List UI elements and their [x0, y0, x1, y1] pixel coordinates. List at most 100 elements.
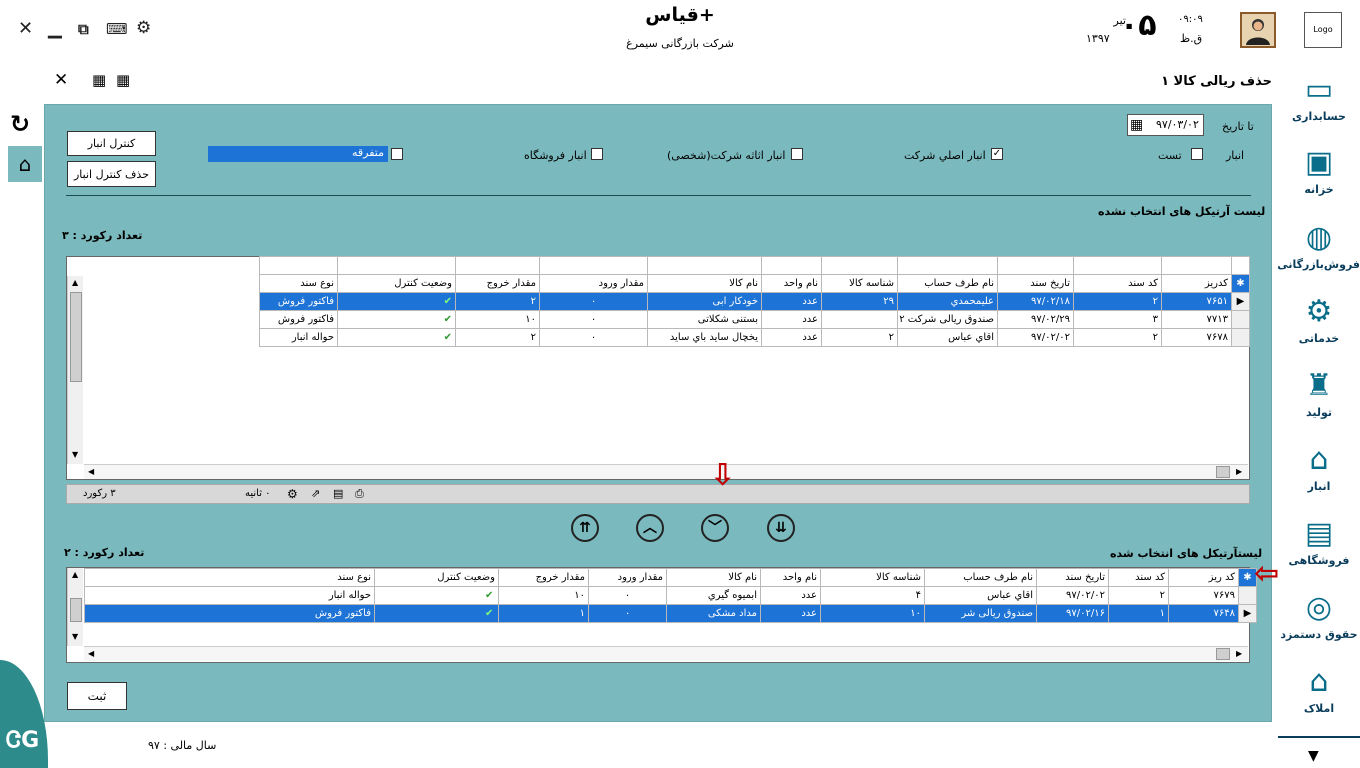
unselected-vscroll[interactable]: ▲ ▼ — [67, 276, 83, 464]
scroll-down-icon[interactable]: ▼ — [72, 450, 78, 459]
move-down-icon[interactable]: ﹀ — [701, 514, 729, 542]
column-header[interactable]: تاریخ سند — [997, 274, 1074, 293]
scroll-left-icon[interactable]: ◀ — [88, 467, 94, 476]
column-header[interactable]: مقدار خروج — [455, 274, 540, 293]
column-header[interactable]: مقدار ورود — [539, 274, 648, 293]
column-header[interactable]: مقدار ورود — [588, 568, 667, 587]
sidebar-item-5[interactable]: ⌂ انبار — [1278, 438, 1360, 510]
table-row[interactable]: حواله انبار ✔ ۲ ۰ يخچال ساید باي ساید عدد ۲ اقا… — [259, 328, 1250, 347]
scroll-thumb[interactable] — [70, 598, 82, 622]
table-row[interactable]: حواله انبار ✔ ۱۰ ۰ ابمیوه گيري عدد ۴ اقاي عباس ۹… — [84, 586, 1257, 605]
close-form-icon[interactable]: ✕ — [54, 70, 68, 90]
scroll-up-icon[interactable]: ▲ — [72, 278, 78, 287]
option-furniture-label: انبار اثاثه شرکت(شخصی) — [667, 149, 786, 162]
checkbox-misc[interactable] — [391, 148, 403, 160]
calendar-icon[interactable]: ▦ — [116, 71, 130, 89]
sidebar-item-1[interactable]: ▣ خزانه — [1278, 141, 1360, 213]
scroll-left-icon[interactable]: ◀ — [88, 649, 94, 658]
unselected-count: تعداد رکورد : ۳ — [62, 229, 143, 242]
to-date-input[interactable]: ▦ ۹۷/۰۳/۰۲ — [1127, 114, 1204, 136]
remove-control-button[interactable]: حذف کنترل انبار — [67, 161, 156, 187]
avatar[interactable] — [1240, 12, 1276, 48]
divider — [66, 195, 1251, 196]
column-header[interactable]: وضعیت کنترل — [337, 274, 456, 293]
scroll-down-icon[interactable]: ▼ — [72, 632, 78, 641]
hscroll-thumb[interactable] — [1216, 466, 1230, 478]
hscroll-thumb[interactable] — [1216, 648, 1230, 660]
sidebar-item-6[interactable]: ▤ فروشگاهی — [1278, 512, 1360, 584]
column-header[interactable]: کدریز — [1161, 274, 1232, 293]
column-header[interactable]: نام واحد — [760, 568, 821, 587]
scroll-right-icon[interactable]: ▶ — [1236, 649, 1242, 658]
sidebar-item-7[interactable]: ◎ حقوق دستمزد — [1278, 586, 1360, 658]
table-row[interactable]: فاکتور فروش ✔ ۱۰ ۰ بستنی شکلاتی عدد صندوق ریال… — [259, 310, 1250, 329]
table-row[interactable]: فاکتور فروش ✔ ۱ ۰ مداد مشکی عدد ۱۰ صندوق ریالی … — [84, 604, 1257, 623]
group-header-cell — [1231, 256, 1250, 275]
column-header[interactable]: شناسه کالا — [820, 568, 925, 587]
scroll-down-icon[interactable]: ▼ — [1308, 748, 1319, 764]
table-cell: ۹۷/۰۲/۰۲ — [1036, 586, 1109, 605]
settings-icon[interactable]: ⚙ — [287, 487, 298, 501]
column-header[interactable]: نام کالا — [666, 568, 761, 587]
column-header[interactable]: نام واحد — [761, 274, 822, 293]
column-header[interactable]: کد سند — [1108, 568, 1169, 587]
column-header[interactable]: تاریخ سند — [1036, 568, 1109, 587]
sidebar-item-2[interactable]: ◍ فروش‌بازرگانی — [1277, 216, 1360, 288]
print-icon[interactable]: ⎙ — [355, 487, 364, 501]
table-cell: ۷۶۵۱ — [1161, 292, 1232, 311]
column-header[interactable]: نوع سند — [259, 274, 338, 293]
checkbox-furniture[interactable] — [791, 148, 803, 160]
column-header[interactable]: نام طرف حساب — [924, 568, 1037, 587]
sidebar-item-8[interactable]: ⌂ املاک — [1278, 660, 1360, 732]
sidebar-item-3[interactable]: ⚙ خدماتی — [1278, 290, 1360, 362]
scroll-up-icon[interactable]: ▲ — [72, 570, 78, 579]
column-header[interactable]: کد ریز — [1168, 568, 1239, 587]
move-up-icon[interactable]: ︿ — [636, 514, 664, 542]
sidebar-item-label: انبار — [1307, 480, 1331, 493]
table-cell: بستنی شکلاتی — [647, 310, 762, 329]
sidebar-item-0[interactable]: ▭ حسابداری — [1278, 68, 1360, 140]
date-year: ۱۳۹۷ — [1086, 32, 1110, 45]
restore-icon[interactable]: ⧉ — [78, 20, 89, 38]
export-icon[interactable]: ⇗ — [311, 487, 320, 500]
scroll-thumb[interactable] — [70, 292, 82, 382]
selected-vscroll[interactable]: ▲ ▼ — [67, 568, 83, 646]
grid-icon[interactable]: ▦ — [92, 71, 106, 89]
checkbox-main-warehouse[interactable]: ✓ — [991, 148, 1003, 160]
sidebar-item-4[interactable]: ♜ تولید — [1278, 364, 1360, 436]
column-header[interactable]: مقدار خروج — [498, 568, 589, 587]
home-icon[interactable]: ⌂ — [8, 146, 42, 182]
column-header[interactable]: شناسه کالا — [821, 274, 898, 293]
move-all-down-icon[interactable]: ⇊ — [767, 514, 795, 542]
table-cell: ۹۷/۰۲/۱۸ — [997, 292, 1074, 311]
column-header[interactable]: نام طرف حساب — [897, 274, 998, 293]
column-header[interactable]: وضعیت کنترل — [374, 568, 499, 587]
sidebar-item-label: حقوق دستمزد — [1280, 628, 1358, 641]
checkbox-test[interactable] — [1191, 148, 1203, 160]
gear-icon[interactable]: ⚙ — [136, 18, 151, 38]
submit-button[interactable]: ثبت — [67, 682, 127, 710]
selected-hscroll[interactable]: ◀ ▶ — [84, 646, 1248, 661]
table-row[interactable]: فاکتور فروش ✔ ۲ ۰ خودکار ابی عدد ۲۹ علیمحمدي ۹۷/… — [259, 292, 1250, 311]
selected-list-title: لیستآرتیکل های انتخاب شده — [1110, 547, 1263, 560]
table-cell: ۷۶۷۹ — [1168, 586, 1239, 605]
refresh-icon[interactable]: ↻ — [10, 110, 30, 138]
table-cell: فاکتور فروش — [259, 292, 338, 311]
calendar-picker-icon[interactable]: ▦ — [1130, 117, 1143, 133]
column-header[interactable]: نوع سند — [84, 568, 375, 587]
unselected-hscroll[interactable]: ◀ ▶ — [84, 464, 1248, 479]
close-icon[interactable]: ✕ — [18, 18, 33, 39]
keyboard-icon[interactable]: ⌨ — [106, 20, 128, 38]
column-header[interactable]: کد سند — [1073, 274, 1162, 293]
document-icon[interactable]: ▤ — [333, 487, 343, 500]
table-cell: حواله انبار — [259, 328, 338, 347]
select-all-icon[interactable]: ✱ — [1231, 274, 1250, 293]
move-all-up-icon[interactable]: ⇈ — [571, 514, 599, 542]
header-row: نوع سند وضعیت کنترل مقدار خروج مقدار ورود نا… — [84, 568, 1257, 587]
option-misc-label[interactable]: متفرقه — [208, 146, 388, 162]
column-header[interactable]: نام کالا — [647, 274, 762, 293]
minimize-icon[interactable]: ▁ — [48, 18, 62, 39]
checkbox-store[interactable] — [591, 148, 603, 160]
scroll-right-icon[interactable]: ▶ — [1236, 467, 1242, 476]
control-warehouse-button[interactable]: کنترل انبار — [67, 131, 156, 156]
